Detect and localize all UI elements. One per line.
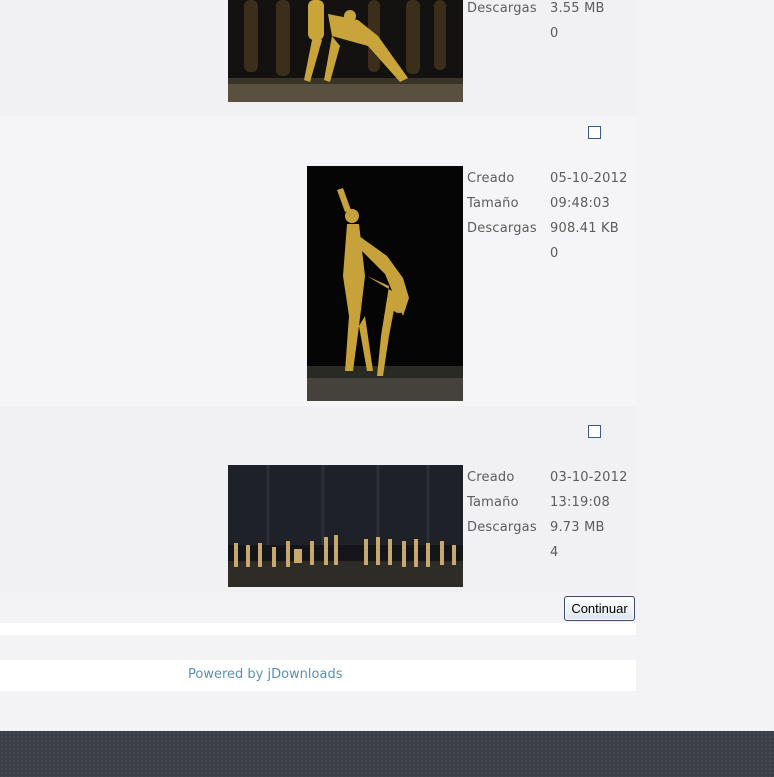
file-thumbnail[interactable]	[228, 465, 463, 587]
value-date: 03-10-2012	[550, 470, 628, 485]
value-time: 09:48:03	[550, 196, 610, 211]
value-date: 05-10-2012	[550, 171, 628, 186]
label-descargas: Descargas	[467, 520, 537, 535]
site-footer	[0, 731, 774, 777]
ballet-photo-image	[228, 0, 463, 102]
ballet-photo-image	[307, 166, 463, 401]
select-checkbox[interactable]	[588, 126, 601, 139]
select-checkbox[interactable]	[588, 425, 601, 438]
powered-by-link[interactable]: Powered by jDownloads	[188, 667, 342, 682]
value-time: 13:19:08	[550, 495, 610, 510]
label-descargas: Descargas	[467, 1, 537, 16]
ballet-photo-image	[228, 465, 463, 587]
label-descargas: Descargas	[467, 221, 537, 236]
value-size: 9.73 MB	[550, 520, 605, 535]
label-creado: Creado	[467, 171, 515, 186]
label-tamano: Tamaño	[467, 196, 519, 211]
value-downloads: 0	[550, 26, 559, 41]
file-thumbnail[interactable]	[228, 0, 463, 102]
value-size: 3.55 MB	[550, 1, 605, 16]
continue-button[interactable]: Continuar	[564, 596, 635, 621]
divider	[0, 623, 636, 635]
value-downloads: 0	[550, 246, 559, 261]
file-thumbnail[interactable]	[307, 166, 463, 401]
value-size: 908.41 KB	[550, 221, 619, 236]
label-creado: Creado	[467, 470, 515, 485]
label-tamano: Tamaño	[467, 495, 519, 510]
value-downloads: 4	[550, 545, 559, 560]
